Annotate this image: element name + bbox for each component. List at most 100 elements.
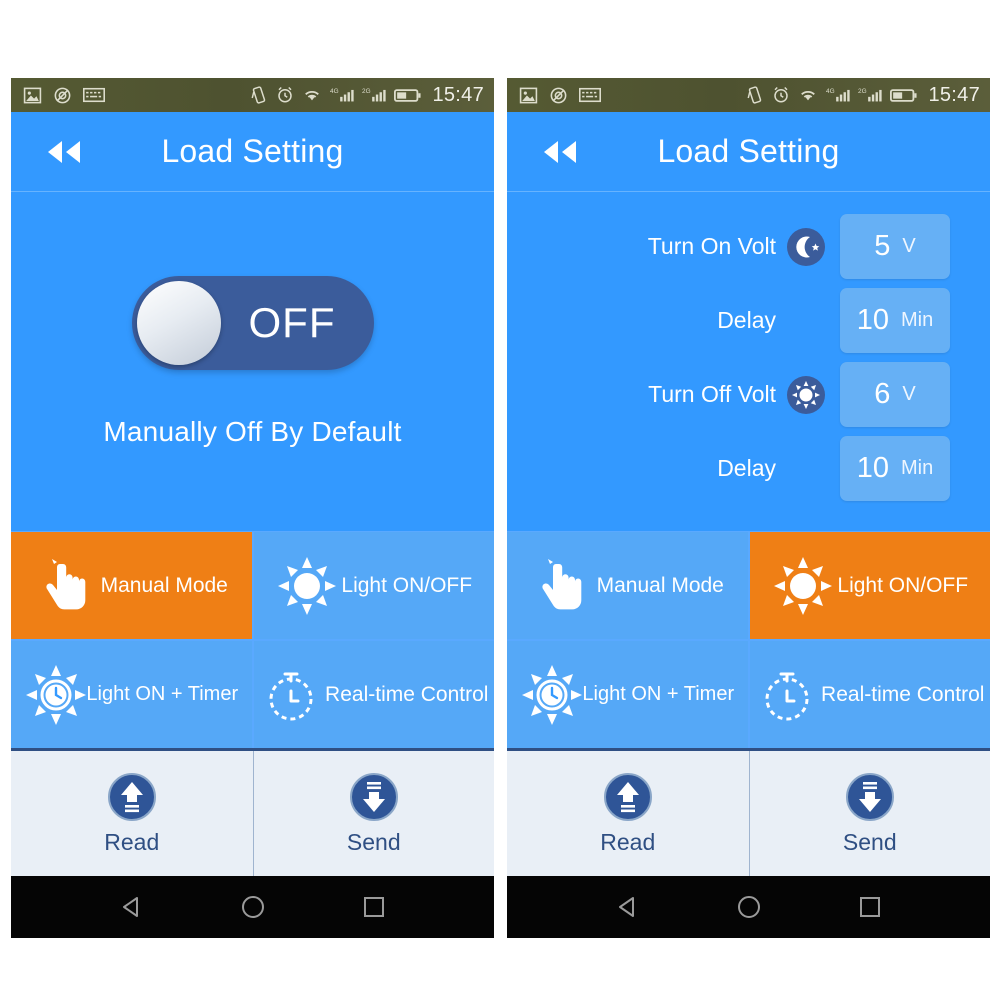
- setting-label: Delay: [717, 455, 776, 481]
- send-button[interactable]: Send: [748, 751, 991, 876]
- no-sim-icon: [54, 87, 71, 103]
- sun-clock-icon: [26, 664, 87, 725]
- read-button[interactable]: Read: [11, 751, 253, 876]
- value-unit: Min: [901, 457, 934, 479]
- volt-settings-list: Turn On Volt 5 V Delay 10 Min Turn Off V…: [507, 192, 990, 501]
- recents-square-icon: [859, 897, 880, 917]
- setting-row-turn-off-volt: Turn Off Volt 6 V: [507, 362, 990, 427]
- nav-recents-button[interactable]: [856, 893, 884, 921]
- send-label: Send: [346, 829, 401, 855]
- mode-light-on-off[interactable]: Light ON/OFF: [749, 532, 990, 639]
- recents-square-icon: [363, 897, 384, 917]
- mode-grid-left: Manual Mode Light ON/OFF Light ON + Time…: [11, 532, 494, 748]
- value-unit: V: [902, 383, 916, 405]
- moon-star-icon: [787, 227, 825, 266]
- vibrate-icon: [747, 86, 762, 104]
- back-button[interactable]: [533, 132, 585, 172]
- app-header: Load Setting: [507, 112, 990, 192]
- mode-light-on-off[interactable]: Light ON/OFF: [253, 532, 494, 639]
- upload-arrow-icon: [107, 773, 156, 821]
- value-unit: Min: [901, 309, 934, 331]
- home-circle-icon: [737, 896, 760, 918]
- nav-recents-button[interactable]: [360, 893, 388, 921]
- mode-manual-mode[interactable]: Manual Mode: [507, 532, 748, 639]
- mode-label: Light ON/OFF: [341, 573, 473, 597]
- back-triangle-icon: [618, 897, 634, 917]
- svg-text:4G: 4G: [826, 88, 835, 95]
- mode-manual-mode[interactable]: Manual Mode: [11, 532, 252, 639]
- back-button[interactable]: [37, 132, 89, 172]
- download-arrow-icon: [845, 773, 894, 821]
- rewind-back-icon: [544, 140, 576, 163]
- sun-icon: [774, 556, 833, 615]
- read-label: Read: [600, 829, 656, 855]
- turn-on-volt-value[interactable]: 5 V: [840, 214, 950, 279]
- action-footer-right: Read Send: [507, 748, 990, 876]
- mode-realtime-control[interactable]: Real-time Control: [749, 641, 990, 748]
- svg-text:4G: 4G: [330, 88, 339, 95]
- back-triangle-icon: [122, 897, 138, 917]
- mode-label: Real-time Control: [325, 682, 489, 706]
- send-button[interactable]: Send: [252, 751, 495, 876]
- home-circle-icon: [241, 896, 264, 918]
- alarm-icon: [278, 86, 293, 103]
- toggle-caption: Manually Off By Default: [103, 415, 402, 447]
- nav-home-button[interactable]: [735, 893, 763, 921]
- turn-off-volt-value[interactable]: 6 V: [840, 362, 950, 427]
- android-nav-bar-left: [11, 876, 494, 938]
- setting-label: Delay: [717, 307, 776, 333]
- nav-back-button[interactable]: [118, 893, 146, 921]
- status-bar-left-icons: [519, 86, 601, 105]
- mode-light-on-timer[interactable]: Light ON + Timer: [11, 641, 252, 748]
- phone-screen-right: 4G 2G 15:47 Load Setting Turn On Volt 5 …: [507, 78, 990, 938]
- status-bar-clock: 15:47: [928, 83, 980, 106]
- mode-label: Light ON/OFF: [837, 573, 969, 597]
- signal-4g-icon: 4G: [826, 88, 851, 102]
- mode-label: Manual Mode: [100, 573, 228, 597]
- setting-row-on-delay: Delay 10 Min: [507, 288, 990, 353]
- image-icon: [23, 87, 42, 103]
- signal-4g-icon: 4G: [330, 88, 355, 102]
- toggle-knob[interactable]: [136, 280, 221, 365]
- load-power-toggle[interactable]: OFF: [131, 275, 374, 370]
- svg-text:2G: 2G: [362, 88, 371, 95]
- keyboard-icon: [83, 87, 105, 103]
- hand-tap-icon: [46, 558, 85, 609]
- alarm-icon: [774, 86, 789, 103]
- svg-text:2G: 2G: [858, 88, 867, 95]
- off-delay-value[interactable]: 10 Min: [840, 436, 950, 501]
- battery-icon: [890, 88, 917, 102]
- app-header: Load Setting: [11, 112, 494, 192]
- sun-clock-icon: [522, 664, 583, 725]
- setting-row-off-delay: Delay 10 Min: [507, 436, 990, 501]
- download-arrow-icon: [349, 773, 398, 821]
- upload-arrow-icon: [603, 773, 652, 821]
- value-number: 10: [856, 452, 890, 484]
- mode-label: Light ON + Timer: [86, 683, 239, 705]
- rewind-back-icon: [48, 140, 80, 163]
- android-nav-bar-right: [507, 876, 990, 938]
- stopwatch-icon: [269, 672, 313, 720]
- sun-icon: [278, 556, 337, 615]
- status-bar-clock: 15:47: [432, 83, 484, 106]
- value-number: 10: [856, 304, 890, 336]
- setting-label: Turn Off Volt: [648, 381, 776, 407]
- vibrate-icon: [251, 86, 266, 104]
- status-bar-right-icons: 4G 2G 15:47: [250, 84, 484, 107]
- nav-home-button[interactable]: [239, 893, 267, 921]
- read-button[interactable]: Read: [507, 751, 749, 876]
- mode-grid-right: Manual Mode Light ON/OFF Light ON + Time…: [507, 532, 990, 748]
- setting-row-turn-on-volt: Turn On Volt 5 V: [507, 214, 990, 279]
- mode-light-on-timer[interactable]: Light ON + Timer: [507, 641, 748, 748]
- keyboard-icon: [579, 87, 601, 103]
- on-delay-value[interactable]: 10 Min: [840, 288, 950, 353]
- action-footer-left: Read Send: [11, 748, 494, 876]
- signal-2g-icon: 2G: [858, 88, 883, 102]
- toggle-state-label: OFF: [248, 298, 336, 346]
- screenshot-stage: 4G 2G 15:47 Load Setting OFF Manually Of…: [0, 0, 1000, 1000]
- signal-2g-icon: 2G: [362, 88, 387, 102]
- nav-back-button[interactable]: [614, 893, 642, 921]
- mode-realtime-control[interactable]: Real-time Control: [253, 641, 494, 748]
- send-label: Send: [842, 829, 897, 855]
- sun-circle-icon: [787, 375, 825, 414]
